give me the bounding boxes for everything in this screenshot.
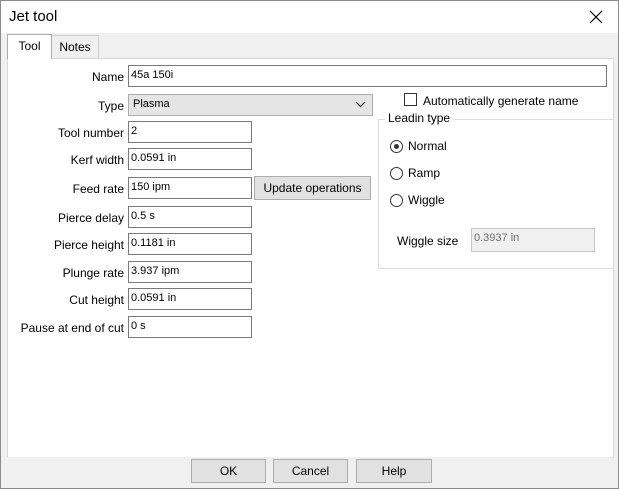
- radio-selected-dot: [394, 144, 399, 149]
- close-icon: [589, 10, 603, 24]
- radio-normal-label: Normal: [408, 139, 447, 153]
- tab-notes[interactable]: Notes: [51, 35, 99, 58]
- dialog-footer: OK Cancel Help: [7, 457, 612, 487]
- tab-tool[interactable]: Tool: [7, 34, 52, 59]
- cut-height-field[interactable]: 0.0591 in: [128, 288, 252, 310]
- jet-tool-dialog: Jet tool Tool Notes Name 45a 150i Type P…: [0, 0, 619, 489]
- kerf-width-label: Kerf width: [70, 153, 124, 167]
- feed-rate-field[interactable]: 150 ipm: [128, 177, 252, 199]
- pause-at-end-label: Pause at end of cut: [20, 321, 124, 335]
- name-label: Name: [91, 70, 124, 84]
- pierce-height-label: Pierce height: [53, 238, 124, 252]
- pierce-delay-label: Pierce delay: [57, 211, 124, 225]
- cut-height-label: Cut height: [69, 293, 124, 307]
- feed-rate-label: Feed rate: [72, 182, 124, 196]
- radio-ramp[interactable]: [390, 167, 403, 180]
- pierce-delay-field[interactable]: 0.5 s: [128, 206, 252, 228]
- title-bar: Jet tool: [1, 1, 618, 33]
- tool-number-label: Tool number: [57, 126, 124, 140]
- plunge-rate-field[interactable]: 3.937 ipm: [128, 261, 252, 283]
- wiggle-size-label: Wiggle size: [397, 234, 459, 248]
- pierce-height-field[interactable]: 0.1181 in: [128, 233, 252, 255]
- plunge-rate-label: Plunge rate: [62, 266, 124, 280]
- radio-normal[interactable]: [390, 140, 403, 153]
- window-title: Jet tool: [9, 8, 58, 25]
- auto-generate-name-label: Automatically generate name: [423, 94, 579, 108]
- close-button[interactable]: [574, 1, 618, 33]
- leadin-type-group: Leadin type Normal Ramp Wiggle Wiggle si…: [378, 111, 614, 269]
- tool-number-field[interactable]: 2: [128, 121, 252, 143]
- radio-wiggle-label: Wiggle: [408, 193, 445, 207]
- leadin-type-legend: Leadin type: [385, 111, 454, 125]
- tool-panel: Name 45a 150i Type Plasma Automatically …: [7, 58, 614, 458]
- cancel-button[interactable]: Cancel: [273, 459, 348, 483]
- update-operations-button[interactable]: Update operations: [254, 176, 371, 200]
- pause-at-end-field[interactable]: 0 s: [128, 316, 252, 338]
- kerf-width-field[interactable]: 0.0591 in: [128, 148, 252, 170]
- type-label: Type: [97, 99, 124, 113]
- radio-ramp-label: Ramp: [408, 166, 441, 180]
- type-select-value: Plasma: [133, 98, 170, 110]
- auto-generate-name-checkbox[interactable]: [404, 93, 417, 106]
- radio-wiggle[interactable]: [390, 194, 403, 207]
- help-button[interactable]: Help: [356, 459, 432, 483]
- name-field[interactable]: 45a 150i: [128, 65, 607, 87]
- chevron-down-icon: [355, 101, 366, 108]
- type-select[interactable]: Plasma: [128, 94, 373, 116]
- wiggle-size-field[interactable]: 0.3937 in: [471, 228, 595, 252]
- ok-button[interactable]: OK: [191, 459, 266, 483]
